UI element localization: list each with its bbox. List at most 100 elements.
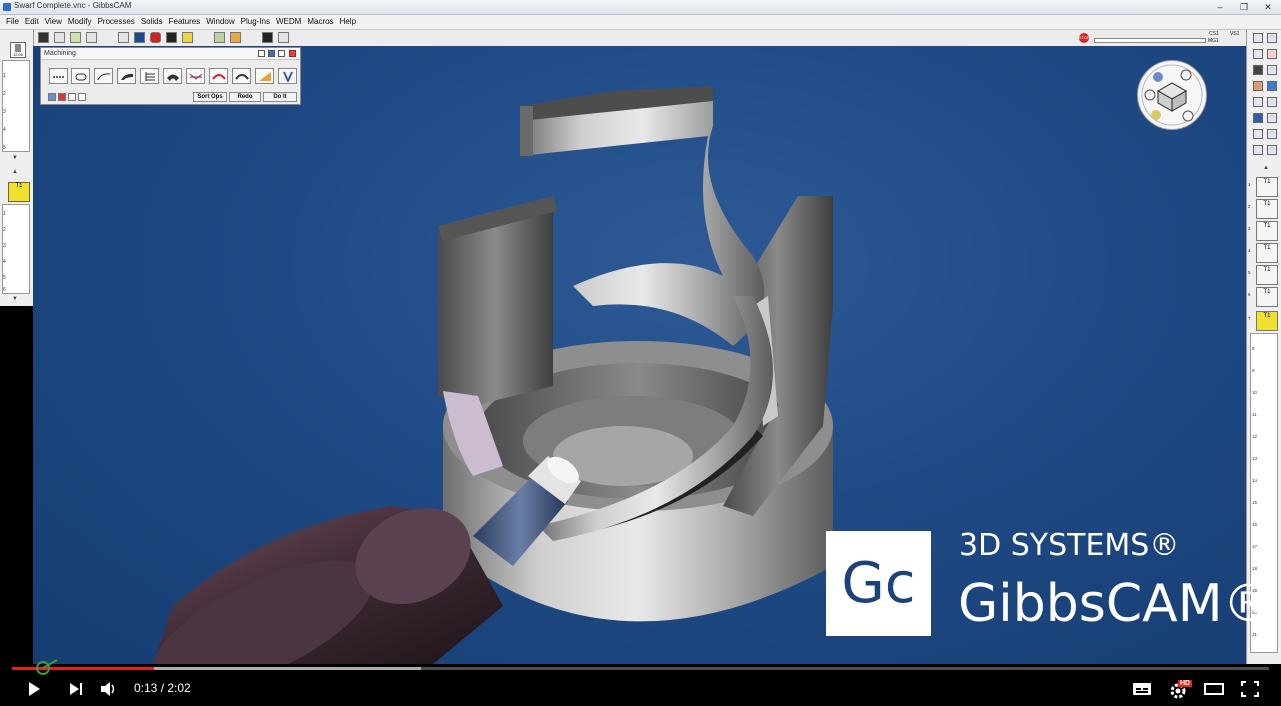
stock-count-label: 12.00 [12,52,23,57]
thread-process-button[interactable] [140,68,159,84]
plane-view-icon[interactable] [134,32,145,43]
material-icon[interactable] [1253,81,1263,91]
layer-icon[interactable] [1253,113,1263,123]
video-progress-bar[interactable] [12,667,1269,670]
flowline-process-button[interactable] [232,68,251,84]
next-button[interactable] [68,681,84,697]
layer-icon[interactable] [214,32,225,43]
menu-processes[interactable]: Processes [91,15,134,29]
menu-features[interactable]: Features [163,15,201,29]
scroll-up-icon[interactable]: ▲ [8,168,22,176]
fullscreen-icon[interactable] [1241,681,1259,697]
menu-solids[interactable]: Solids [135,15,163,29]
menu-help[interactable]: Help [334,15,356,29]
help-pointer-icon[interactable] [294,32,305,43]
workgroup-icon[interactable] [1253,129,1263,139]
theater-mode-icon[interactable] [1204,681,1224,697]
operation-tile[interactable]: T1 [1256,243,1278,263]
palette-resize-icon[interactable] [258,50,265,57]
menu-wedm[interactable]: WEDM [270,15,301,29]
scroll-up-icon[interactable]: ▲ [1259,164,1273,172]
palette-minimize-icon[interactable] [278,50,285,57]
stock-count-icon[interactable]: 12.00 [10,42,26,58]
arrow-tool-icon[interactable] [246,32,257,43]
do-it-button[interactable]: Do It [263,92,297,102]
minimize-button[interactable]: – [1213,1,1227,13]
palette-dock-icon[interactable] [268,50,275,57]
operation-tile[interactable]: T1 [1256,265,1278,285]
menu-plug-ins[interactable]: Plug-Ins [235,15,270,29]
tool-icon[interactable] [230,32,241,43]
scroll-down-icon[interactable]: ▼ [8,154,22,162]
contour-process-button[interactable] [71,68,90,84]
stock-icon[interactable] [198,32,209,43]
palette-delete-icon[interactable] [58,93,66,101]
menu-view[interactable]: View [39,15,62,29]
maximize-button[interactable]: ❐ [1237,1,1251,13]
cylinder-icon[interactable] [102,32,113,43]
stack-icon[interactable] [1267,97,1277,107]
grid-icon[interactable] [1253,145,1263,155]
display-icon[interactable] [166,32,177,43]
cut-icon[interactable] [1267,49,1277,59]
layers-grid-icon[interactable] [1267,145,1277,155]
operation-tile[interactable]: T1 [1256,199,1278,219]
wedm-process-button[interactable] [255,68,274,84]
machining-palette[interactable]: Machining Sort Ops Redo Do It [40,47,301,105]
menu-edit[interactable]: Edit [19,15,39,29]
operation-tile[interactable]: T1 [1256,221,1278,241]
surface-process-button[interactable] [163,68,182,84]
stop-icon[interactable]: STOP [1079,33,1090,43]
menu-modify[interactable]: Modify [62,15,92,29]
ruler-tick: 12 [1252,434,1258,439]
palette-close-icon[interactable] [289,50,296,57]
operation-tile[interactable]: T1 [1256,287,1278,307]
view-cube-navigator[interactable] [1137,60,1207,130]
highlight-icon[interactable] [182,32,193,43]
operation-tile-active[interactable]: T1 [8,182,30,202]
slash-icon[interactable] [1267,65,1277,75]
machining-palette-header[interactable]: Machining [41,48,300,60]
window-title: Swarf Complete.vnc - GibbsCAM [14,1,132,10]
eye-icon[interactable] [1253,97,1263,107]
solid-icon[interactable] [1267,113,1277,123]
copy-icon[interactable] [1267,33,1277,43]
channel-watermark-icon[interactable] [33,656,63,678]
sort-ops-button[interactable]: Sort Ops [193,92,227,102]
wireframe-view-icon[interactable] [54,32,65,43]
plane-icon[interactable] [1267,81,1277,91]
solid-view-icon[interactable] [70,32,81,43]
plus-icon[interactable] [118,32,129,43]
drill-process-button[interactable] [49,68,68,84]
palette-list-icon[interactable] [68,93,76,101]
cad-viewport[interactable] [33,46,1246,664]
scroll-down-icon[interactable]: ▼ [8,295,22,303]
shaded-view-icon[interactable] [38,32,49,43]
verify-process-button[interactable] [278,68,297,84]
redo-button[interactable]: Redo [229,92,261,102]
close-button[interactable]: ✕ [1261,1,1275,13]
new-file-icon[interactable] [1253,33,1263,43]
select-icon[interactable] [262,32,273,43]
multi-axis-process-button[interactable] [186,68,205,84]
close-x-icon[interactable] [1267,129,1277,139]
palette-option-icon[interactable] [48,93,56,101]
profile-process-button[interactable] [94,68,113,84]
print-icon[interactable] [278,32,289,43]
menu-file[interactable]: File [0,15,19,29]
menu-window[interactable]: Window [200,15,234,29]
operation-tile[interactable]: T1 [1256,177,1278,197]
render-icon[interactable] [150,32,161,43]
ruler-tick: 13 [1252,456,1258,461]
tool-list-icon[interactable] [1253,65,1263,75]
cube-view-icon[interactable] [86,32,97,43]
menu-macros[interactable]: Macros [301,15,333,29]
captions-icon[interactable] [1132,681,1152,697]
palette-play-icon[interactable] [78,93,86,101]
play-button[interactable] [26,681,42,697]
volume-icon[interactable] [100,681,118,697]
pocket-process-button[interactable] [117,68,136,84]
select-box-icon[interactable] [1253,49,1263,59]
swarf-process-button[interactable] [209,68,228,84]
operation-tile-active[interactable]: T1 [1256,311,1278,331]
